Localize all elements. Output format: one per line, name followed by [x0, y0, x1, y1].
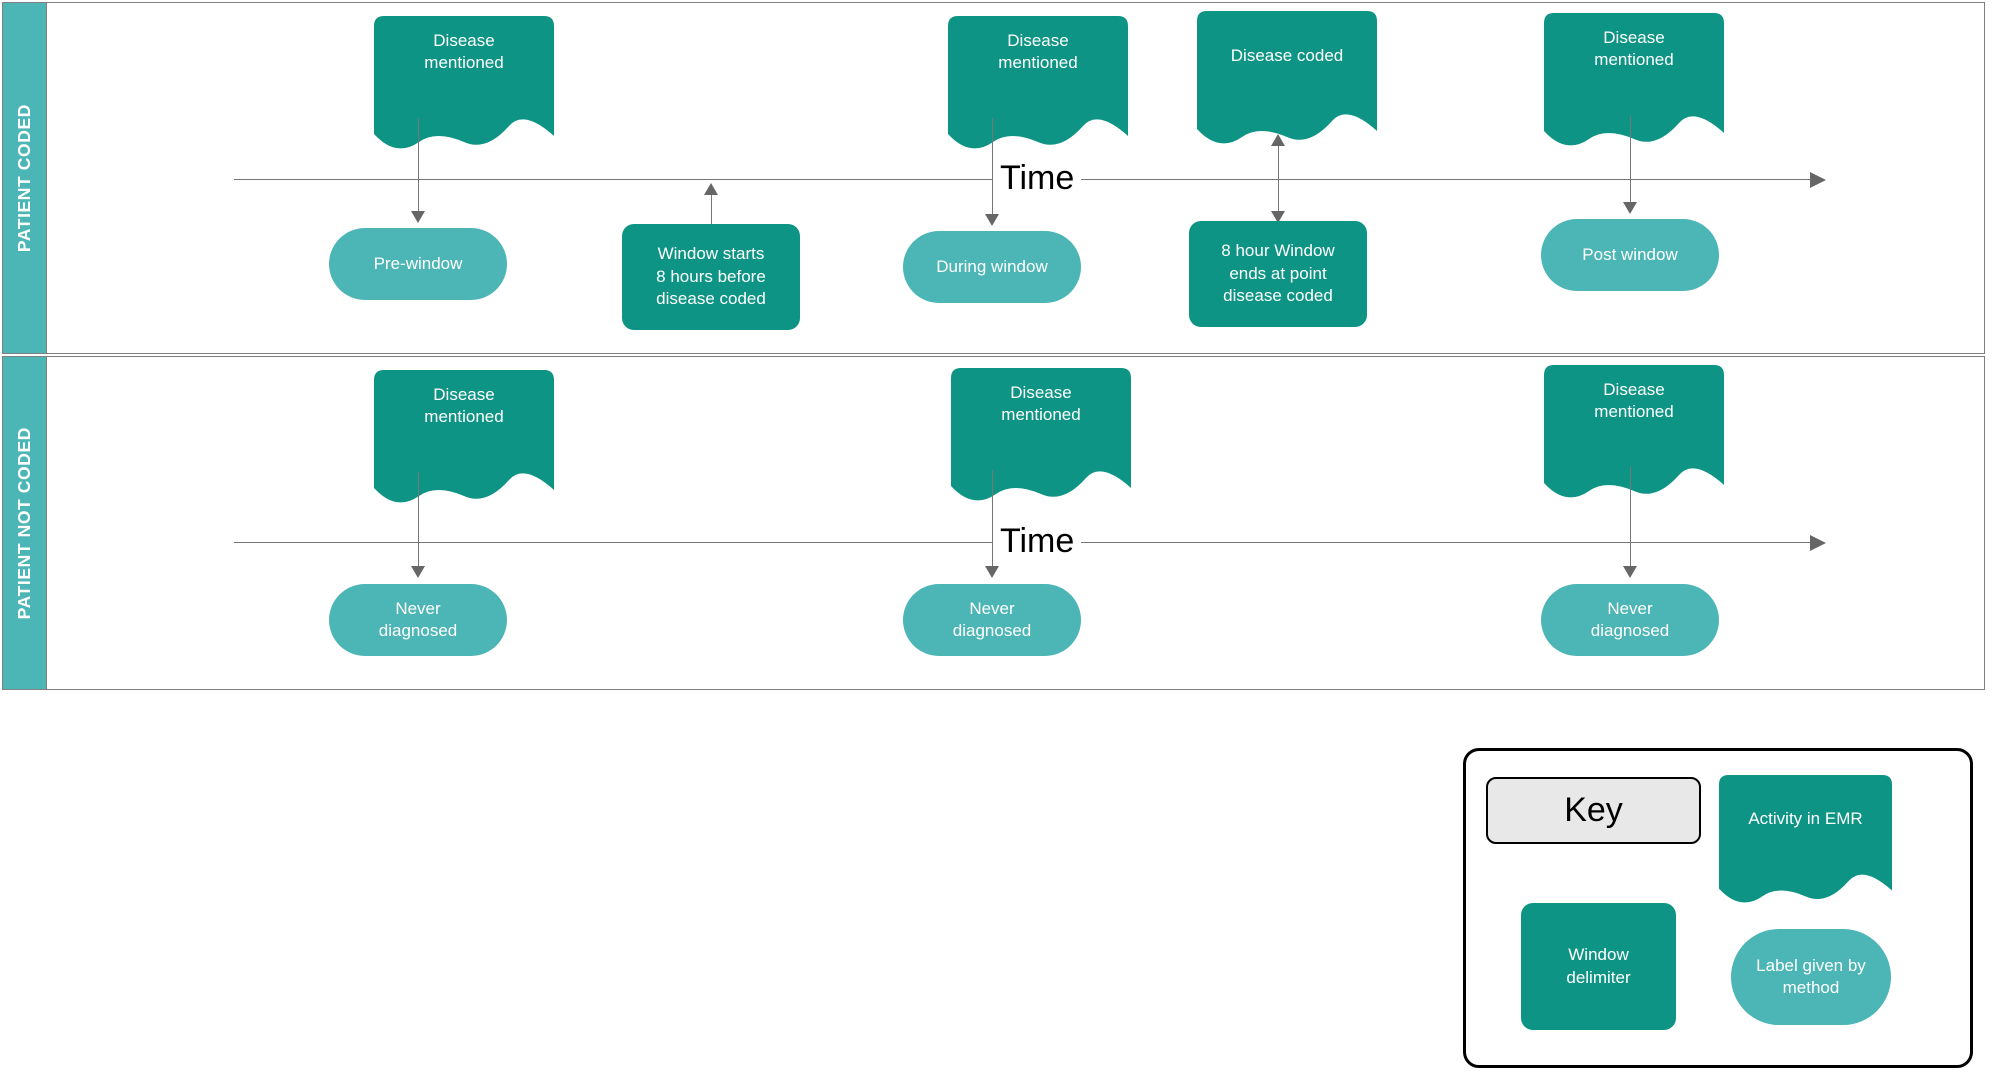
arrowhead-a2-to-l2 — [985, 214, 999, 226]
lane-header-patient-not-coded: PATIENT NOT CODED — [3, 357, 47, 689]
connector-a2-to-l2 — [992, 118, 993, 218]
label-never-diagnosed-2: Never diagnosed — [903, 584, 1081, 656]
arrowhead-b3-to-m3 — [1623, 566, 1637, 578]
activity-disease-mentioned-2: Disease mentioned — [948, 16, 1128, 151]
activity-disease-coded: Disease coded — [1197, 11, 1377, 146]
timeline-arrowhead-coded — [1810, 172, 1826, 188]
delimiter-window-starts: Window starts 8 hours before disease cod… — [622, 224, 800, 330]
timeline-label-not-coded: Time — [993, 524, 1082, 558]
lane-header-label: PATIENT CODED — [14, 103, 34, 253]
arrowhead-b1-to-m1 — [411, 566, 425, 578]
swimlane-patient-coded: PATIENT CODED Time Disease mentioned Pre… — [2, 2, 1985, 354]
connector-b1-to-m1 — [418, 472, 419, 568]
delimiter-text: Window starts 8 hours before disease cod… — [656, 243, 766, 309]
lane-header-patient-coded: PATIENT CODED — [3, 3, 47, 353]
arrowhead-b2-to-m2 — [985, 566, 999, 578]
label-text: Never diagnosed — [1590, 598, 1670, 640]
key-item-label: Window delimiter — [1566, 944, 1631, 987]
label-pre-window: Pre-window — [329, 228, 507, 300]
connector-a1-to-l1 — [418, 118, 419, 213]
key-item-activity-in-emr: Activity in EMR — [1719, 775, 1892, 905]
swimlane-patient-not-coded: PATIENT NOT CODED Time Disease mentioned… — [2, 356, 1985, 690]
arrowhead-d1-to-timeline — [704, 183, 718, 195]
lane-header-label: PATIENT NOT CODED — [14, 426, 34, 620]
activity-disease-mentioned-5: Disease mentioned — [951, 368, 1131, 503]
lane-body-patient-not-coded: Time Disease mentioned Never diagnosed D… — [47, 357, 1984, 689]
arrowhead-d2-to-a3 — [1271, 134, 1285, 146]
activity-disease-mentioned-1: Disease mentioned — [374, 16, 554, 151]
activity-disease-mentioned-6: Disease mentioned — [1544, 365, 1724, 500]
label-text: Never diagnosed — [952, 598, 1032, 640]
delimiter-window-ends: 8 hour Window ends at point disease code… — [1189, 221, 1367, 327]
label-post-window: Post window — [1541, 219, 1719, 291]
key-title-label: Key — [1564, 791, 1623, 829]
label-during-window: During window — [903, 231, 1081, 303]
label-text: Post window — [1582, 244, 1678, 264]
diagram-canvas: PATIENT CODED Time Disease mentioned Pre… — [0, 0, 1995, 1077]
timeline-label-coded: Time — [993, 161, 1082, 195]
arrowhead-a1-to-l1 — [411, 211, 425, 223]
arrowhead-a4-to-l3 — [1623, 202, 1637, 214]
activity-disease-mentioned-4: Disease mentioned — [374, 370, 554, 505]
key-legend-box: Key Activity in EMR Window delimiter Lab… — [1463, 748, 1973, 1068]
label-never-diagnosed-1: Never diagnosed — [329, 584, 507, 656]
lane-body-patient-coded: Time Disease mentioned Pre-window Window… — [47, 3, 1984, 353]
activity-disease-mentioned-3: Disease mentioned — [1544, 13, 1724, 148]
label-text: Pre-window — [373, 253, 463, 273]
key-item-window-delimiter: Window delimiter — [1521, 903, 1676, 1030]
label-never-diagnosed-3: Never diagnosed — [1541, 584, 1719, 656]
connector-d2-to-a3 — [1278, 144, 1279, 220]
label-text: During window — [936, 256, 1048, 276]
key-title: Key — [1486, 777, 1701, 844]
connector-b3-to-m3 — [1630, 467, 1631, 568]
key-item-label: Label given by method — [1756, 955, 1866, 997]
connector-b2-to-m2 — [992, 470, 993, 568]
connector-a4-to-l3 — [1630, 116, 1631, 206]
delimiter-text: 8 hour Window ends at point disease code… — [1221, 240, 1335, 306]
key-item-label-given-by-method: Label given by method — [1731, 929, 1891, 1025]
timeline-arrowhead-not-coded — [1810, 535, 1826, 551]
connector-d1-to-timeline — [711, 193, 712, 225]
label-text: Never diagnosed — [378, 598, 458, 640]
